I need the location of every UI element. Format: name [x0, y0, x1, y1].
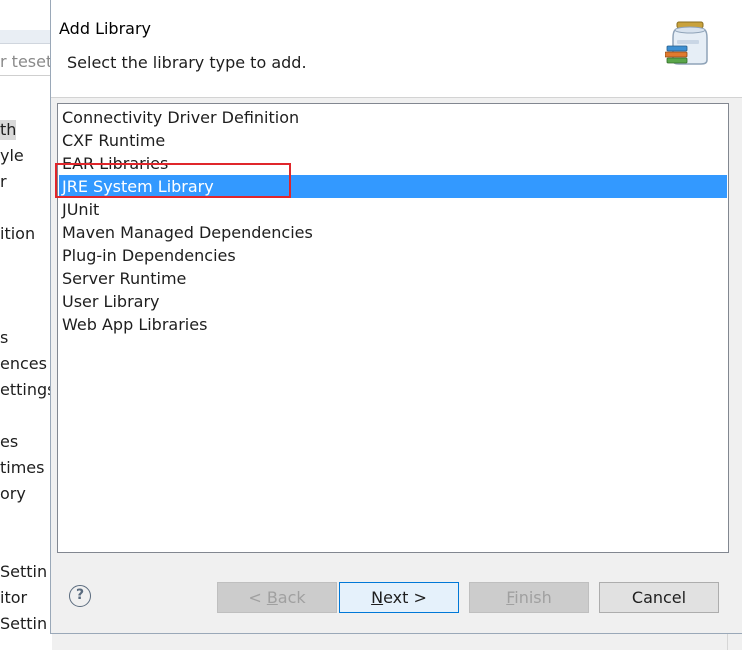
- library-list-item[interactable]: CXF Runtime: [59, 129, 727, 152]
- library-list-item[interactable]: Web App Libraries: [59, 313, 727, 336]
- back-prefix: <: [248, 588, 267, 607]
- library-list-item[interactable]: User Library: [59, 290, 727, 313]
- back-mnemonic: B: [266, 588, 278, 607]
- next-button[interactable]: Next >: [339, 582, 459, 613]
- library-list-item[interactable]: JRE System Library: [59, 175, 727, 198]
- background-tree-item[interactable]: r: [0, 172, 7, 192]
- background-tree-item[interactable]: times: [0, 458, 44, 478]
- library-jar-icon: [665, 21, 708, 65]
- background-tree-item[interactable]: ences: [0, 354, 47, 374]
- library-list-item[interactable]: Server Runtime: [59, 267, 727, 290]
- background-tree-item[interactable]: th: [0, 120, 17, 140]
- background-tree-item[interactable]: Settin: [0, 614, 47, 634]
- next-mnemonic: N: [371, 588, 384, 607]
- back-button[interactable]: < Back: [217, 582, 337, 613]
- background-properties-window: r teset th yle r ition s ences ettings es times o…: [0, 0, 52, 650]
- dialog-banner: Add Library Select the library type to a…: [51, 0, 742, 98]
- library-list-item[interactable]: JUnit: [59, 198, 727, 221]
- back-rest: ack: [277, 588, 306, 607]
- background-tree-item[interactable]: ition: [0, 224, 35, 244]
- finish-rest: inish: [514, 588, 552, 607]
- library-list-item[interactable]: Connectivity Driver Definition: [59, 106, 727, 129]
- add-library-dialog: Add Library Select the library type to a…: [50, 0, 742, 634]
- screen: r teset th yle r ition s ences ettings es times o…: [0, 0, 742, 650]
- next-rest: ext >: [383, 588, 427, 607]
- background-tree-item[interactable]: yle: [0, 146, 24, 166]
- library-list-item[interactable]: EAR Libraries: [59, 152, 727, 175]
- background-tree-item[interactable]: Settin: [0, 562, 47, 582]
- library-type-list[interactable]: Connectivity Driver Definition CXF Runtim…: [55, 103, 729, 553]
- dialog-message: Select the library type to add.: [67, 53, 307, 72]
- finish-button[interactable]: Finish: [469, 582, 589, 613]
- dialog-title: Add Library: [59, 19, 152, 38]
- library-list-item[interactable]: Maven Managed Dependencies: [59, 221, 727, 244]
- library-list-item[interactable]: Plug-in Dependencies: [59, 244, 727, 267]
- background-filter-input[interactable]: r teset: [0, 48, 52, 76]
- background-tree-item[interactable]: itor: [0, 588, 27, 608]
- background-toolbar: [0, 30, 52, 44]
- background-tree-item[interactable]: es: [0, 432, 18, 452]
- question-mark-icon[interactable]: ?: [69, 585, 91, 607]
- cancel-button[interactable]: Cancel: [599, 582, 719, 613]
- background-tree-item[interactable]: ory: [0, 484, 26, 504]
- background-tree-item[interactable]: ettings: [0, 380, 52, 400]
- background-tree-item[interactable]: s: [0, 328, 8, 348]
